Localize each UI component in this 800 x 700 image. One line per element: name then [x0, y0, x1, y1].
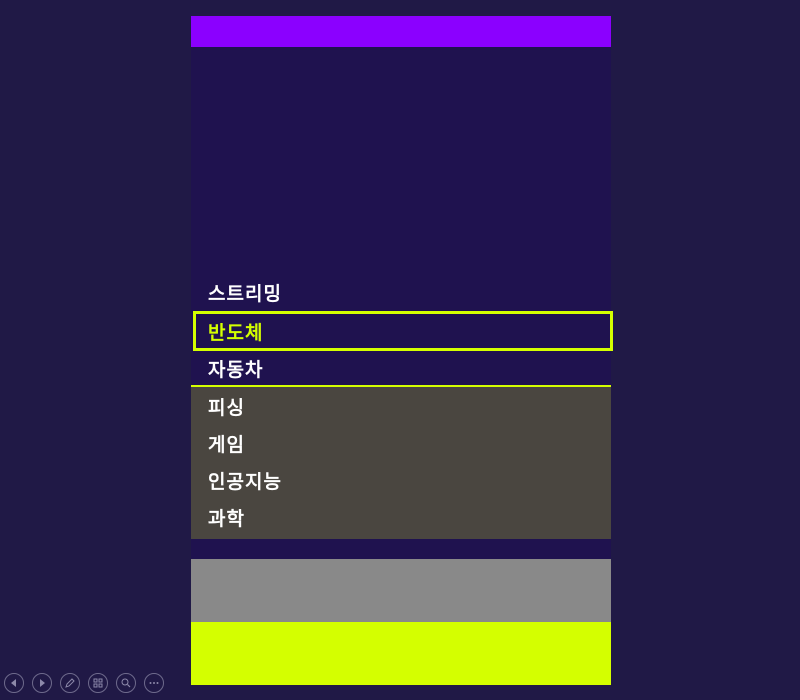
next-icon[interactable] [32, 673, 52, 693]
menu-item-streaming[interactable]: 스트리밍 [191, 274, 611, 311]
zoom-icon[interactable] [116, 673, 136, 693]
menu-item-game[interactable]: 게임 [191, 425, 611, 462]
more-icon[interactable] [144, 673, 164, 693]
menu-item-science[interactable]: 과학 [191, 499, 611, 536]
slides-grid-icon[interactable] [88, 673, 108, 693]
previous-icon[interactable] [4, 673, 24, 693]
menu-item-label: 스트리밍 [208, 283, 282, 305]
menu-item-label: 피싱 [208, 397, 245, 419]
presentation-controls [4, 673, 164, 693]
menu-item-label: 인공지능 [208, 471, 282, 493]
menu-item-phishing[interactable]: 피싱 [191, 388, 611, 425]
menu-item-semiconductor[interactable]: 반도체 [193, 311, 613, 351]
menu-item-label: 과학 [208, 508, 245, 530]
pen-icon[interactable] [60, 673, 80, 693]
menu-item-label: 반도체 [208, 321, 264, 344]
menu-item-automobile[interactable]: 자동차 [191, 350, 611, 387]
menu-item-label: 게임 [208, 434, 245, 456]
slide: 스트리밍 반도체 자동차 피싱 게임 인공지능 과학 [191, 16, 613, 685]
gray-block [191, 559, 611, 622]
menu-item-label: 자동차 [208, 359, 264, 381]
top-color-bar [191, 16, 611, 47]
yellow-block [191, 622, 611, 685]
menu-item-ai[interactable]: 인공지능 [191, 462, 611, 499]
